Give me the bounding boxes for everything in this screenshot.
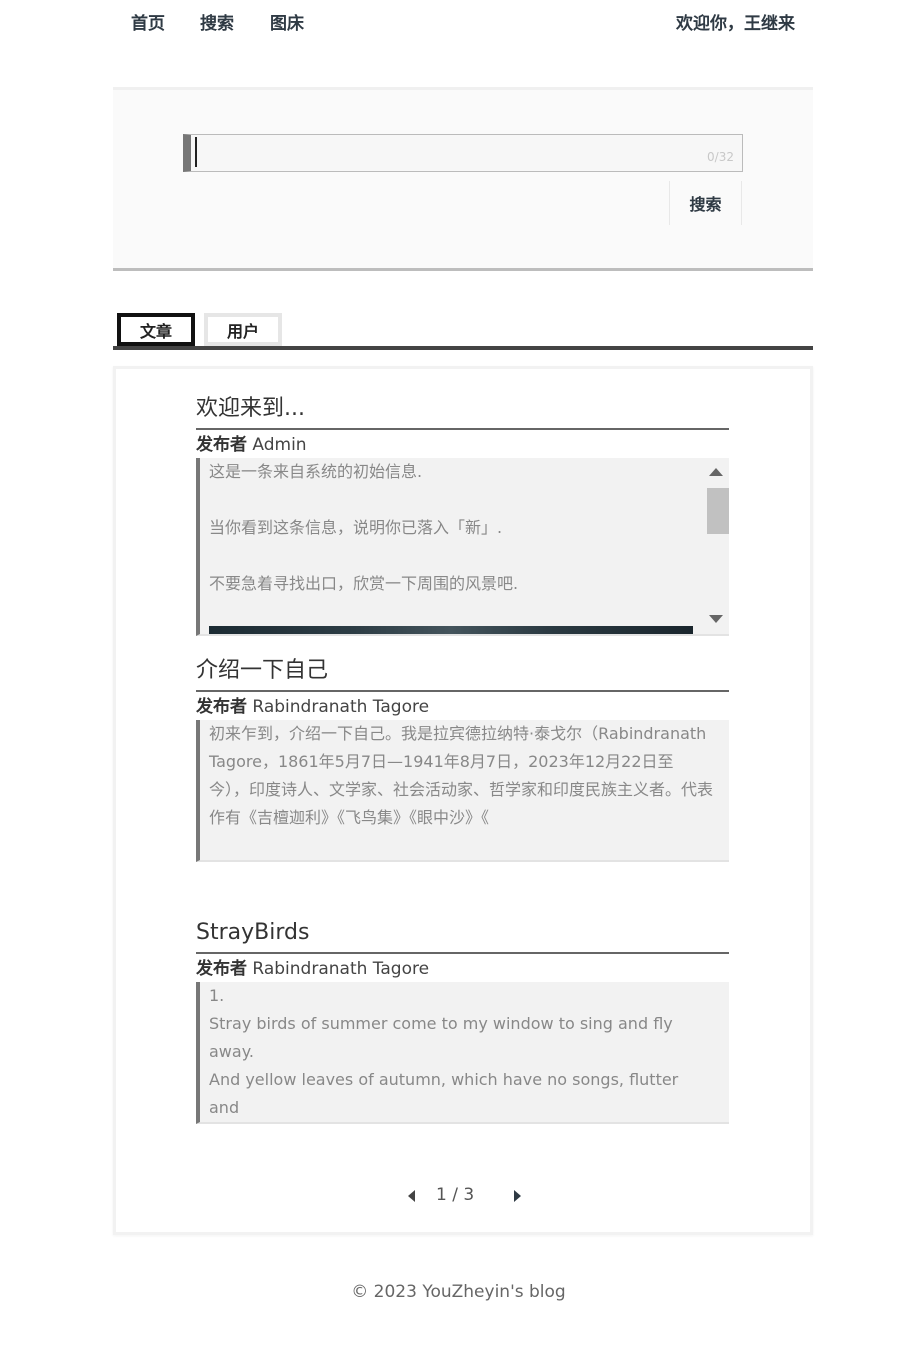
next-page-icon[interactable] xyxy=(514,1190,521,1202)
page: 首页 搜索 图床 欢迎你，王继来 0/32 搜索 文章 用户 欢迎来到... 发… xyxy=(0,0,917,1348)
article-excerpt: 这是一条来自系统的初始信息. 当你看到这条信息，说明你已落入「新」. 不要急着寻… xyxy=(196,458,729,636)
nav-search-link[interactable]: 搜索 xyxy=(200,9,234,34)
pagination: 1 / 3 xyxy=(116,1185,810,1209)
nav-image-host-link[interactable]: 图床 xyxy=(270,9,304,34)
article-card[interactable]: StrayBirds 发布者 Rabindranath Tagore 1. St… xyxy=(196,918,729,1124)
nav-home-link[interactable]: 首页 xyxy=(131,9,165,34)
excerpt-line: 1. xyxy=(209,986,225,1005)
excerpt-line: 不要急着寻找出口，欣赏一下周围的风景吧. xyxy=(209,574,519,593)
search-panel: 0/32 搜索 xyxy=(113,87,813,271)
article-excerpt: 1. Stray birds of summer come to my wind… xyxy=(196,982,729,1124)
search-button[interactable]: 搜索 xyxy=(669,181,742,225)
excerpt-line: 初来乍到，介绍一下自己。我是拉宾德拉纳特·泰戈尔（Rabindranath Ta… xyxy=(209,724,714,827)
article-meta: 发布者 Rabindranath Tagore xyxy=(196,694,729,720)
excerpt-scrollbar[interactable] xyxy=(701,458,729,634)
excerpt-image xyxy=(209,626,693,634)
article-card[interactable]: 介绍一下自己 发布者 Rabindranath Tagore 初来乍到，介绍一下… xyxy=(196,656,729,862)
scroll-thumb[interactable] xyxy=(707,488,729,534)
search-box: 0/32 xyxy=(183,134,743,172)
article-card[interactable]: 欢迎来到... 发布者 Admin 这是一条来自系统的初始信息. 当你看到这条信… xyxy=(196,394,729,636)
author-name: Rabindranath Tagore xyxy=(252,697,430,717)
footer-copyright: © 2023 YouZheyin's blog xyxy=(351,1282,566,1302)
scroll-down-arrow-icon[interactable] xyxy=(709,615,723,623)
page-indicator: 1 / 3 xyxy=(436,1185,475,1205)
scroll-up-arrow-icon[interactable] xyxy=(709,468,723,476)
prev-page-icon[interactable] xyxy=(408,1190,415,1202)
author-label: 发布者 xyxy=(196,959,247,979)
article-meta: 发布者 Rabindranath Tagore xyxy=(196,956,729,982)
author-name: Rabindranath Tagore xyxy=(252,959,430,979)
article-title[interactable]: StrayBirds xyxy=(196,918,729,954)
welcome-user-link[interactable]: 欢迎你，王继来 xyxy=(676,9,795,34)
excerpt-line: And yellow leaves of autumn, which have … xyxy=(209,1070,679,1117)
excerpt-line: Stray birds of summer come to my window … xyxy=(209,1014,673,1061)
tab-users[interactable]: 用户 xyxy=(204,313,282,346)
article-title[interactable]: 欢迎来到... xyxy=(196,394,729,430)
char-counter: 0/32 xyxy=(707,150,734,164)
article-list: 欢迎来到... 发布者 Admin 这是一条来自系统的初始信息. 当你看到这条信… xyxy=(113,366,813,1235)
article-meta: 发布者 Admin xyxy=(196,432,729,458)
tab-bar: 文章 用户 xyxy=(113,313,813,350)
author-name: Admin xyxy=(252,435,307,455)
excerpt-line: 当你看到这条信息，说明你已落入「新」. xyxy=(209,518,503,537)
author-label: 发布者 xyxy=(196,697,247,717)
article-title[interactable]: 介绍一下自己 xyxy=(196,656,729,692)
search-input[interactable] xyxy=(195,137,695,167)
article-excerpt: 初来乍到，介绍一下自己。我是拉宾德拉纳特·泰戈尔（Rabindranath Ta… xyxy=(196,720,729,862)
excerpt-line: 这是一条来自系统的初始信息. xyxy=(209,462,423,481)
top-nav: 首页 搜索 图床 欢迎你，王继来 xyxy=(0,0,917,40)
tab-articles[interactable]: 文章 xyxy=(117,313,195,346)
author-label: 发布者 xyxy=(196,435,247,455)
